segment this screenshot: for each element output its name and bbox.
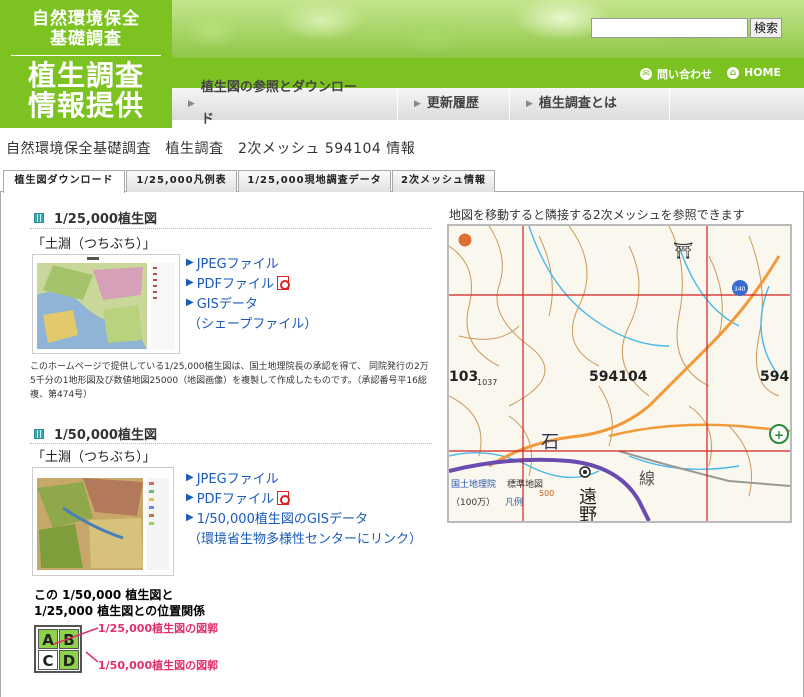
triangle-right-icon: ▶ bbox=[186, 472, 194, 483]
station-icon bbox=[583, 470, 587, 474]
jpeg-link-50000-label: JPEGファイル bbox=[196, 472, 279, 487]
map-attribution-text: 標準地図 bbox=[507, 478, 543, 490]
home-link[interactable]: ⌂ HOME bbox=[727, 66, 781, 79]
map-attribution-scale: （100万） bbox=[451, 497, 495, 508]
logo-subtitle-line2: 基礎調査 bbox=[50, 29, 122, 49]
mesh-map[interactable]: 594104 103 594 1037 500 石 遠 野 線 340 + ⛩ … bbox=[447, 224, 792, 523]
triangle-right-icon: ▶ bbox=[186, 492, 194, 503]
triangle-right-icon: ▶ bbox=[188, 99, 195, 109]
section-divider bbox=[30, 443, 432, 444]
map-thumbnail-25000-image bbox=[33, 255, 179, 353]
jpeg-link-25000[interactable]: ▶ JPEGファイル bbox=[186, 253, 279, 272]
section-divider bbox=[30, 228, 432, 229]
legend-pointer-lines bbox=[53, 627, 99, 663]
sheet-name-50000: 「土淵（つちぶち）」 bbox=[32, 450, 156, 465]
contact-link-label: 問い合わせ bbox=[657, 68, 712, 81]
map-mesh-label-left: 103 bbox=[449, 369, 478, 385]
tab-survey-data-25000[interactable]: 1/25,000現地調査データ bbox=[238, 170, 391, 192]
triangle-right-icon: ▶ bbox=[186, 297, 194, 308]
logo-subtitle: 自然環境保全 基礎調査 bbox=[0, 0, 172, 49]
gis-link-50000-label: 1/50,000植生図のGISデータ bbox=[196, 512, 369, 527]
gis-link-25000[interactable]: ▶ GISデータ bbox=[186, 293, 258, 312]
triangle-right-icon: ▶ bbox=[414, 99, 421, 109]
grid-icon bbox=[34, 428, 44, 439]
map-attribution-link[interactable]: 国土地理院 bbox=[451, 478, 496, 490]
section-heading-25000: 1/25,000植生図 bbox=[34, 208, 157, 227]
section-heading-25000-label: 1/25,000植生図 bbox=[54, 212, 157, 227]
main-nav: ▶ 植生図の参照とダウンロード ▶ 更新履歴 ▶ 植生調査とは bbox=[172, 80, 804, 127]
nav-item-label: 更新履歴 bbox=[426, 96, 479, 111]
nav-item-label: 植生図の参照とダウンロード bbox=[200, 80, 357, 127]
legend-label-25000: 1/25,000植生図の図郭 bbox=[98, 622, 219, 635]
home-icon: ⌂ bbox=[727, 66, 739, 79]
gis-link-50000-note[interactable]: （環境省生物多様性センターにリンク） bbox=[188, 528, 422, 547]
logo-title: 植生調査 情報提供 bbox=[0, 61, 172, 121]
map-caption: 地図を移動すると隣接する2次メッシュを参照できます bbox=[449, 208, 745, 222]
search-button[interactable]: 検索 bbox=[750, 18, 782, 38]
legend-label-50000: 1/50,000植生図の図郭 bbox=[98, 659, 219, 672]
map-place-label: 線 bbox=[639, 469, 655, 488]
pdf-icon bbox=[277, 275, 291, 290]
section-heading-50000: 1/50,000植生図 bbox=[34, 424, 157, 443]
page-title: 自然環境保全基礎調査 植生調査 2次メッシュ 594104 情報 bbox=[6, 141, 416, 157]
pdf-link-50000-label: PDFファイル bbox=[196, 492, 275, 507]
triangle-right-icon: ▶ bbox=[186, 257, 194, 268]
mesh-map-canvas[interactable]: 594104 103 594 1037 500 石 遠 野 線 340 + ⛩ … bbox=[449, 226, 790, 521]
map-elevation-label: 1037 bbox=[477, 378, 497, 387]
position-legend-title-line2: 1/25,000 植生図との位置関係 bbox=[34, 604, 206, 618]
triangle-right-icon: ▶ bbox=[186, 277, 194, 288]
search-input[interactable] bbox=[591, 18, 748, 38]
site-header: 自然環境保全 基礎調査 植生調査 情報提供 検索 ✉ 問い合わせ ⌂ HOME … bbox=[0, 0, 804, 128]
home-link-label: HOME bbox=[744, 66, 782, 79]
route-shield-number: 340 bbox=[734, 286, 746, 293]
sheet-name-25000: 「土淵（つちぶち）」 bbox=[32, 237, 156, 252]
section-heading-50000-label: 1/50,000植生図 bbox=[54, 428, 157, 443]
pdf-link-25000[interactable]: ▶ PDFファイル bbox=[186, 273, 291, 292]
pdf-icon bbox=[277, 490, 291, 505]
map-place-label: 野 bbox=[579, 505, 597, 521]
gis-link-25000-note[interactable]: （シェープファイル） bbox=[188, 313, 317, 332]
gis-link-25000-label: GISデータ bbox=[196, 297, 258, 312]
nav-item-about[interactable]: ▶ 植生調査とは bbox=[510, 88, 670, 120]
nav-item-history[interactable]: ▶ 更新履歴 bbox=[398, 88, 510, 120]
map-thumbnail-25000[interactable] bbox=[32, 254, 180, 354]
grid-icon bbox=[34, 212, 44, 223]
tab-bar: 植生図ダウンロード 1/25,000凡例表 1/25,000現地調査データ 2次… bbox=[0, 170, 804, 193]
logo-divider bbox=[11, 55, 161, 56]
tab-mesh-info[interactable]: 2次メッシュ情報 bbox=[392, 170, 495, 192]
map-symbol-icon: ⛩ bbox=[673, 241, 693, 260]
position-legend-title-line1: この 1/50,000 植生図と bbox=[34, 588, 174, 602]
triangle-right-icon: ▶ bbox=[186, 512, 194, 523]
map-thumbnail-50000[interactable] bbox=[32, 467, 174, 576]
nav-item-label: 植生調査とは bbox=[538, 96, 617, 111]
map-mesh-label-center: 594104 bbox=[589, 369, 648, 385]
map-thumbnail-50000-image bbox=[33, 468, 173, 575]
map-mesh-label-right: 594 bbox=[760, 369, 789, 385]
mail-icon: ✉ bbox=[640, 68, 652, 80]
map-marker-icon[interactable] bbox=[457, 232, 473, 248]
pdf-link-25000-label: PDFファイル bbox=[196, 277, 275, 292]
page: 自然環境保全 基礎調査 植生調査 情報提供 検索 ✉ 問い合わせ ⌂ HOME … bbox=[0, 0, 804, 697]
position-legend-title: この 1/50,000 植生図と 1/25,000 植生図との位置関係 bbox=[34, 587, 205, 619]
contact-link[interactable]: ✉ 問い合わせ bbox=[640, 66, 712, 82]
gis-link-50000[interactable]: ▶ 1/50,000植生図のGISデータ bbox=[186, 508, 368, 527]
nav-item-download[interactable]: ▶ 植生図の参照とダウンロード bbox=[172, 80, 398, 127]
hospital-icon-symbol: + bbox=[774, 428, 784, 442]
jpeg-link-50000[interactable]: ▶ JPEGファイル bbox=[186, 468, 279, 487]
map-legend-link[interactable]: 凡例 bbox=[505, 496, 523, 508]
logo-subtitle-line1: 自然環境保全 bbox=[32, 9, 140, 29]
map-contour-label: 500 bbox=[539, 489, 554, 498]
pdf-link-50000[interactable]: ▶ PDFファイル bbox=[186, 488, 291, 507]
map-place-label: 石 bbox=[541, 432, 559, 453]
site-logo[interactable]: 自然環境保全 基礎調査 植生調査 情報提供 bbox=[0, 0, 172, 128]
tab-legend-25000[interactable]: 1/25,000凡例表 bbox=[126, 170, 237, 192]
triangle-right-icon: ▶ bbox=[526, 99, 533, 109]
jpeg-link-25000-label: JPEGファイル bbox=[196, 257, 279, 272]
logo-title-line2: 情報提供 bbox=[27, 89, 144, 122]
copyright-note: このホームページで提供している1/25,000植生図は、国土地理院長の承認を得て… bbox=[30, 362, 429, 400]
logo-title-line1: 植生調査 bbox=[27, 59, 144, 92]
tab-vegetation-download[interactable]: 植生図ダウンロード bbox=[3, 170, 125, 193]
